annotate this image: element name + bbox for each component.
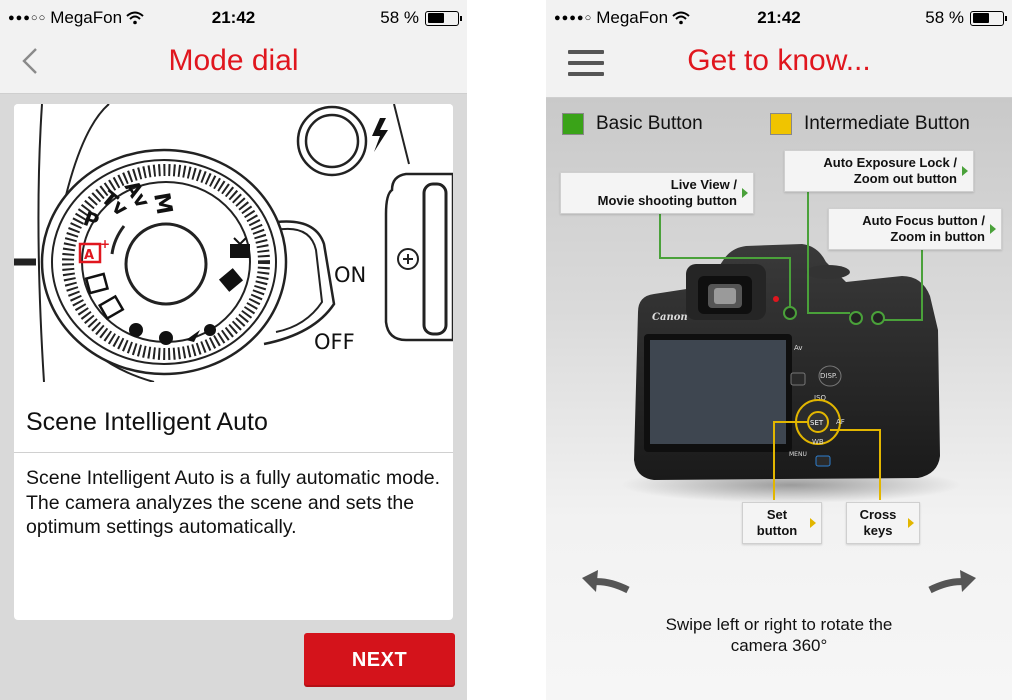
ae-lock-callout[interactable]: Auto Exposure Lock / Zoom out button [784,150,974,192]
camera-brand: Canon [652,312,688,323]
mode-dial-screen: ●●●○○ MegaFon 21:42 58 % Mode dial M Av … [0,0,467,700]
svg-text:+: + [100,237,110,251]
status-bar: ●●●○○ MegaFon 21:42 58 % [0,0,467,36]
page-title: Mode dial [168,44,299,77]
power-off-label: OFF [314,330,355,354]
svg-text:Av: Av [794,344,803,352]
svg-text:WB: WB [812,438,824,446]
cross-keys-callout[interactable]: Cross keys [846,502,920,544]
svg-text:SET: SET [810,419,824,427]
swipe-hint: Swipe left or right to rotate the camera… [665,615,893,655]
mode-name: Scene Intelligent Auto [26,408,268,436]
power-on-label: ON [334,263,366,287]
battery-icon [425,10,462,26]
next-button[interactable]: NEXT [304,633,455,687]
mode-dial-drawing: M Av Tv P A + ON OFF [14,104,453,382]
battery-percent: 58 % [380,8,419,27]
divider [14,452,453,453]
set-button-callout[interactable]: Set button [742,502,822,544]
mode-description: Scene Intelligent Auto is a fully automa… [26,467,441,538]
mode-card: M Av Tv P A + ON OFF Scene Intelligent A… [14,104,453,620]
af-callout[interactable]: Auto Focus button / Zoom in button [828,208,1002,250]
battery: 58 % [380,8,462,28]
nav-bar: Mode dial [0,36,467,94]
mode-dial-illustration: M Av Tv P A + ON OFF [14,104,453,382]
get-to-know-screen: ●●●●○ MegaFon 21:42 58 % Get to know... … [546,0,1012,700]
svg-text:MENU: MENU [789,451,807,458]
movie-mode-icon [230,244,250,258]
svg-text:AF: AF [836,418,845,426]
svg-text:A: A [84,248,94,263]
battery-fill [427,13,445,23]
live-view-callout[interactable]: Live View / Movie shooting button [560,172,754,214]
svg-text:DISP.: DISP. [820,372,837,380]
rotate-left-icon[interactable] [578,560,630,596]
rotate-right-icon[interactable] [928,560,980,596]
flash-icon [372,118,388,152]
